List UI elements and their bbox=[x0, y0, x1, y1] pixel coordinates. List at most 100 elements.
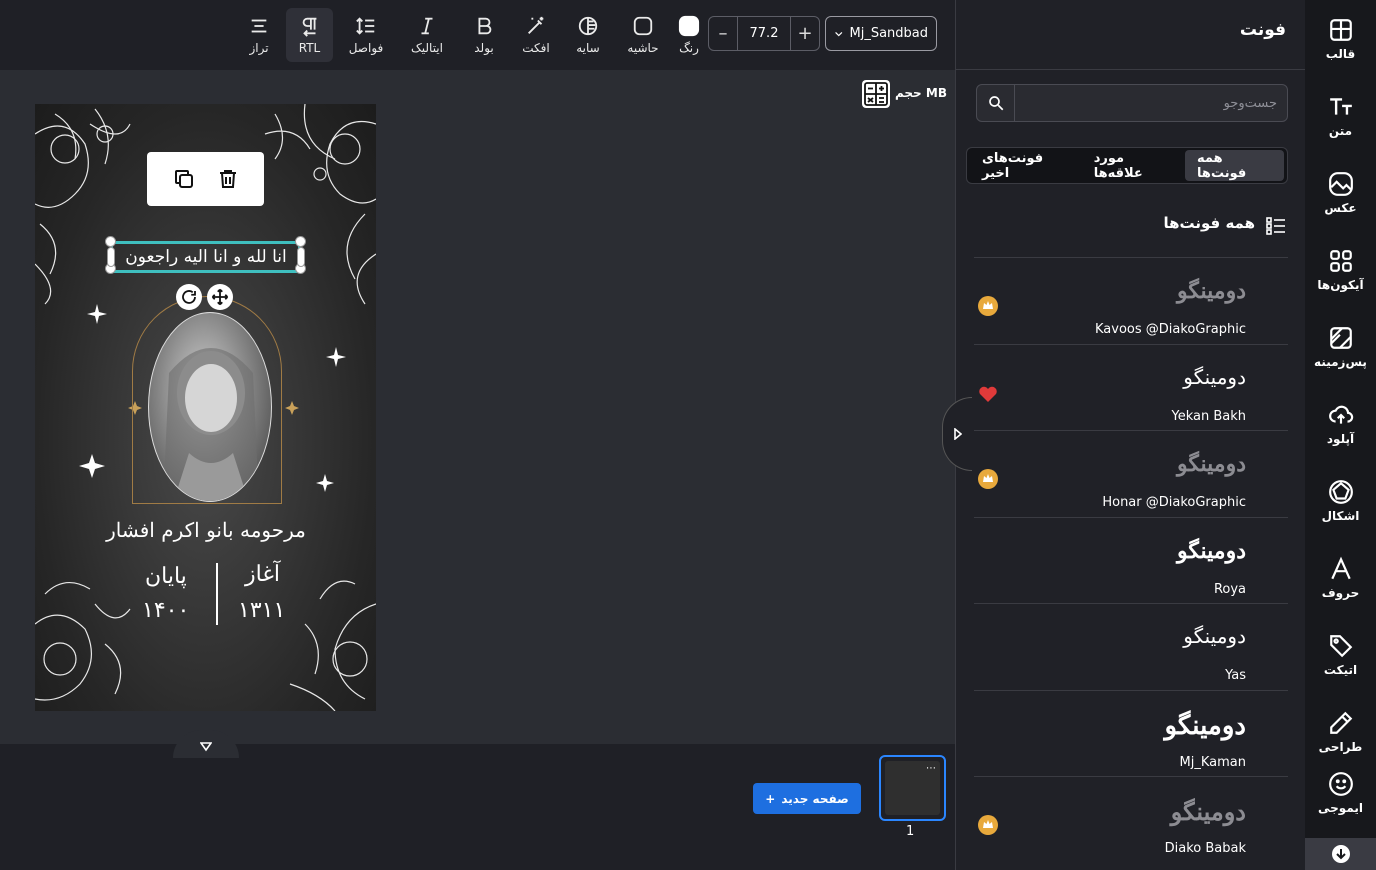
search-input[interactable] bbox=[1027, 85, 1277, 121]
font-preview: دومینگو bbox=[1164, 711, 1246, 741]
search-button[interactable] bbox=[977, 85, 1015, 121]
text-toolbar: تراز RTL فواصل ایتالیک بولد افکت سایه حا… bbox=[0, 0, 955, 70]
font-item[interactable]: دومینگو Yekan Bakh bbox=[974, 344, 1288, 430]
resize-handle[interactable] bbox=[105, 236, 116, 247]
font-size-control: – 77.2 + bbox=[708, 16, 820, 51]
tab-favorites[interactable]: مورد علاقه‌ها bbox=[1082, 150, 1185, 181]
sidebar-item-background[interactable]: پس‌زمینه bbox=[1305, 308, 1376, 385]
calculator-icon[interactable] bbox=[862, 80, 890, 108]
resize-handle[interactable] bbox=[107, 247, 115, 267]
font-item[interactable]: دومینگو Yas bbox=[974, 603, 1288, 689]
pen-icon bbox=[1329, 711, 1352, 734]
tab-all-fonts[interactable]: همه فونت‌ها bbox=[1185, 150, 1284, 181]
list-icon bbox=[1266, 217, 1285, 235]
tool-align[interactable]: تراز bbox=[244, 8, 274, 62]
sidebar-more-button[interactable] bbox=[1305, 838, 1376, 870]
chevron-down-icon bbox=[835, 31, 843, 36]
bold-icon bbox=[478, 17, 492, 35]
sidebar-item-template[interactable]: قالب bbox=[1305, 0, 1376, 77]
heart-icon[interactable] bbox=[978, 385, 998, 403]
sidebar-item-shapes[interactable]: اشکال bbox=[1305, 462, 1376, 539]
font-size-increase-button[interactable]: + bbox=[791, 23, 819, 44]
premium-badge-icon bbox=[978, 296, 998, 316]
tool-label: تراز bbox=[249, 41, 269, 55]
plus-icon: + bbox=[765, 791, 776, 806]
tool-border[interactable]: حاشیه bbox=[623, 8, 663, 62]
sidebar-item-emoji[interactable]: ایموجی bbox=[1305, 754, 1376, 831]
tool-shadow[interactable]: سایه bbox=[572, 8, 604, 62]
tool-label: RTL bbox=[298, 41, 321, 55]
chevron-right-icon bbox=[953, 428, 962, 440]
sidebar-item-photo[interactable]: عکس bbox=[1305, 154, 1376, 231]
trash-icon[interactable] bbox=[216, 167, 240, 191]
sidebar-item-tag[interactable]: اتیکت bbox=[1305, 616, 1376, 693]
photo-icon bbox=[1328, 171, 1353, 196]
resize-handle[interactable] bbox=[297, 247, 305, 267]
tool-italic[interactable]: ایتالیک bbox=[405, 8, 449, 62]
shapes-icon bbox=[1328, 479, 1353, 504]
end-label[interactable]: پایان bbox=[145, 564, 187, 589]
tool-label: بولد bbox=[474, 41, 494, 55]
font-item[interactable]: دومینگو Diako Babak bbox=[974, 776, 1288, 862]
sidebar-item-label: عکس bbox=[1324, 200, 1357, 215]
start-label[interactable]: آغاز bbox=[245, 562, 280, 587]
sidebar-item-label: ایموجی bbox=[1318, 800, 1363, 815]
sidebar-item-label: پس‌زمینه bbox=[1314, 354, 1367, 369]
sidebar-item-icons[interactable]: آیکون‌ها bbox=[1305, 231, 1376, 308]
page-number: 1 bbox=[906, 824, 915, 839]
font-preview: دومینگو bbox=[1177, 278, 1246, 304]
sidebar-item-label: قالب bbox=[1325, 46, 1356, 61]
font-name: Yas bbox=[1225, 668, 1246, 683]
font-name: Diako Babak bbox=[1164, 841, 1246, 856]
new-page-button[interactable]: + صفحه جدید bbox=[753, 783, 861, 814]
tool-rtl[interactable]: RTL bbox=[286, 8, 333, 62]
more-icon[interactable]: ⋯ bbox=[926, 763, 936, 774]
tool-bold[interactable]: بولد bbox=[468, 8, 500, 62]
resize-handle[interactable] bbox=[295, 236, 306, 247]
sidebar-item-letters[interactable]: حروف bbox=[1305, 539, 1376, 616]
font-item[interactable]: دومینگو Roya bbox=[974, 517, 1288, 603]
premium-badge-icon bbox=[978, 469, 998, 489]
start-year[interactable]: ۱۳۱۱ bbox=[238, 598, 285, 623]
font-item[interactable]: دومینگو Kavoos @DiakoGraphic bbox=[974, 257, 1288, 343]
font-panel: فونت همه فونت‌ها مورد علاقه‌ها فونت‌های … bbox=[955, 0, 1306, 870]
panel-header: فونت bbox=[956, 0, 1306, 70]
font-preview: دومینگو bbox=[1183, 365, 1246, 389]
sidebar-item-label: آیکون‌ها bbox=[1317, 277, 1364, 292]
font-item[interactable]: دومینگو Honar @DiakoGraphic bbox=[974, 430, 1288, 516]
tool-label: سایه bbox=[576, 41, 600, 55]
font-size-value[interactable]: 77.2 bbox=[737, 17, 791, 50]
new-page-label: صفحه جدید bbox=[781, 791, 849, 806]
selected-text[interactable]: انا لله و انا الیه راجعون bbox=[116, 243, 296, 271]
sidebar-item-upload[interactable]: آپلود bbox=[1305, 385, 1376, 462]
font-name: Kavoos @DiakoGraphic bbox=[1094, 322, 1246, 337]
page-thumbnail[interactable]: ⋯ bbox=[879, 755, 946, 821]
end-year[interactable]: ۱۴۰۰ bbox=[142, 598, 189, 623]
font-family-value: Mj_Sandbad bbox=[849, 26, 928, 41]
duplicate-icon[interactable] bbox=[172, 167, 196, 191]
emoji-icon bbox=[1328, 771, 1353, 796]
tab-recent-fonts[interactable]: فونت‌های اخیر bbox=[970, 150, 1082, 181]
element-action-menu bbox=[147, 152, 264, 206]
border-icon bbox=[633, 16, 653, 36]
font-name: Roya bbox=[1213, 582, 1246, 597]
file-size-label: حجم MB bbox=[895, 86, 947, 100]
font-size-decrease-button[interactable]: – bbox=[709, 23, 737, 44]
align-icon bbox=[251, 19, 267, 33]
tool-spacing[interactable]: فواصل bbox=[345, 8, 387, 62]
portrait-photo[interactable] bbox=[148, 312, 272, 502]
font-family-select[interactable]: Mj_Sandbad bbox=[825, 16, 937, 51]
tool-effect[interactable]: افکت bbox=[518, 8, 554, 62]
tool-color[interactable]: رنگ bbox=[676, 8, 702, 62]
upload-icon bbox=[1328, 405, 1353, 424]
font-name: Yekan Bakh bbox=[1171, 409, 1246, 424]
app-root: تراز RTL فواصل ایتالیک بولد افکت سایه حا… bbox=[0, 0, 1376, 870]
deceased-name-text[interactable]: مرحومه بانو اکرم افشار bbox=[36, 518, 376, 542]
color-swatch-icon bbox=[678, 15, 700, 37]
template-icon bbox=[1329, 18, 1352, 41]
move-button[interactable] bbox=[207, 284, 233, 310]
rtl-icon bbox=[302, 17, 316, 37]
font-item[interactable]: دومینگو Mj_Kaman bbox=[974, 690, 1288, 776]
rotate-button[interactable] bbox=[176, 284, 202, 310]
sidebar-item-text[interactable]: متن bbox=[1305, 77, 1376, 154]
